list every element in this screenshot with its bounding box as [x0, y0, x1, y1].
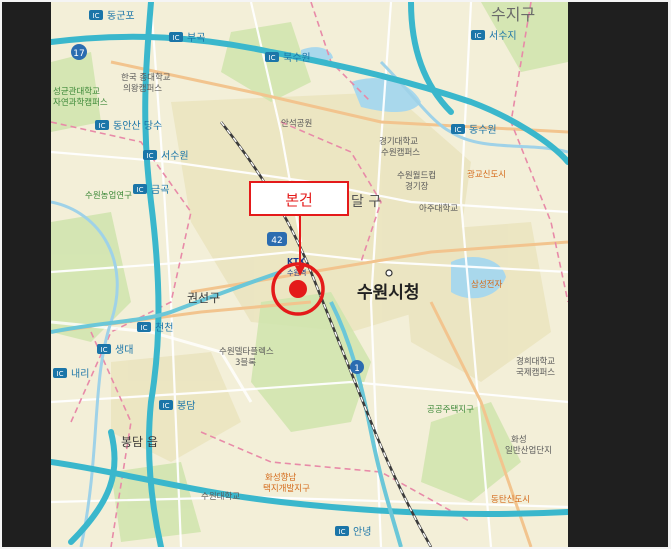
svg-text:의왕캠퍼스: 의왕캠퍼스 [123, 83, 162, 94]
svg-text:수지구: 수지구 [491, 5, 535, 24]
map-canvas: 17 42 1 IC 동군포 IC 부곡 IC 북수원 IC 서수지 IC 동수… [51, 2, 568, 547]
svg-text:안녕: 안녕 [353, 526, 371, 538]
svg-text:일반산업단지: 일반산업단지 [505, 445, 552, 456]
subject-dot [289, 280, 307, 298]
map-image: 17 42 1 IC 동군포 IC 부곡 IC 북수원 IC 서수지 IC 동수… [51, 2, 568, 547]
svg-text:경기장: 경기장 [405, 181, 429, 192]
svg-text:자연과학캠퍼스: 자연과학캠퍼스 [53, 97, 108, 108]
svg-text:3블록: 3블록 [235, 357, 256, 368]
svg-text:1: 1 [354, 364, 360, 374]
screenshot-frame: 17 42 1 IC 동군포 IC 부곡 IC 북수원 IC 서수지 IC 동수… [0, 0, 671, 549]
svg-text:수원델타플렉스: 수원델타플렉스 [219, 346, 274, 357]
svg-text:삼성전자: 삼성전자 [471, 279, 502, 290]
route-shield-42: 42 [267, 232, 287, 246]
svg-text:IC: IC [475, 32, 482, 40]
svg-text:광교신도시: 광교신도시 [467, 169, 506, 180]
svg-text:택지개발지구: 택지개발지구 [263, 483, 310, 494]
svg-text:동수원: 동수원 [469, 124, 497, 136]
svg-text:공공주택지구: 공공주택지구 [427, 404, 474, 415]
svg-text:화성향남: 화성향남 [265, 473, 296, 483]
svg-text:서수원: 서수원 [161, 150, 189, 162]
svg-text:경희대학교: 경희대학교 [516, 356, 555, 367]
svg-text:경기대학교: 경기대학교 [379, 136, 418, 147]
svg-text:IC: IC [93, 12, 100, 20]
svg-text:아주대학교: 아주대학교 [419, 203, 458, 214]
svg-text:IC: IC [137, 186, 144, 194]
svg-text:IC: IC [269, 54, 276, 62]
right-letterbox [568, 2, 668, 547]
svg-text:IC: IC [99, 122, 106, 130]
svg-text:동군포: 동군포 [107, 10, 135, 22]
svg-text:IC: IC [101, 346, 108, 354]
svg-text:한국 종대학교: 한국 종대학교 [121, 72, 171, 83]
svg-text:권선구: 권선구 [187, 291, 220, 305]
svg-text:IC: IC [163, 402, 170, 410]
svg-text:부곡: 부곡 [187, 32, 205, 44]
svg-text:IC: IC [173, 34, 180, 42]
svg-text:IC: IC [147, 152, 154, 160]
svg-text:봉담 읍: 봉담 읍 [121, 435, 158, 449]
svg-text:국제캠퍼스: 국제캠퍼스 [516, 367, 555, 378]
svg-text:42: 42 [271, 236, 282, 246]
svg-text:IC: IC [339, 528, 346, 536]
svg-text:동안산 당수: 동안산 당수 [113, 120, 162, 132]
svg-text:수원대학교: 수원대학교 [201, 491, 240, 502]
city-hall-label: 수원시청 [357, 282, 420, 303]
svg-text:IC: IC [455, 126, 462, 134]
svg-text:생대: 생대 [115, 344, 133, 356]
svg-text:17: 17 [73, 49, 84, 59]
svg-text:수원농업연구: 수원농업연구 [85, 191, 132, 201]
svg-text:서수지: 서수지 [489, 30, 517, 42]
svg-text:수원역: 수원역 [287, 268, 306, 277]
route-shield-1: 1 [350, 360, 364, 374]
svg-text:화성: 화성 [511, 435, 527, 445]
svg-text:내리: 내리 [71, 368, 89, 380]
svg-text:수원캠퍼스: 수원캠퍼스 [381, 147, 420, 158]
route-shield-17: 17 [71, 44, 87, 60]
svg-text:북수원: 북수원 [283, 52, 311, 64]
svg-text:천천: 천천 [155, 322, 173, 334]
left-letterbox [2, 2, 51, 547]
svg-text:IC: IC [57, 370, 64, 378]
svg-text:동탄신도시: 동탄신도시 [491, 494, 530, 505]
svg-text:봉담: 봉담 [177, 400, 195, 412]
callout-label: 본건 [285, 191, 313, 209]
svg-text:금곡: 금곡 [151, 184, 169, 196]
svg-text:성균관대학교: 성균관대학교 [53, 86, 100, 97]
svg-text:수원월드컵: 수원월드컵 [397, 170, 436, 181]
svg-text:달 구: 달 구 [351, 194, 381, 210]
svg-text:IC: IC [141, 324, 148, 332]
svg-text:안석공원: 안석공원 [281, 118, 312, 129]
city-hall-marker [385, 269, 393, 277]
